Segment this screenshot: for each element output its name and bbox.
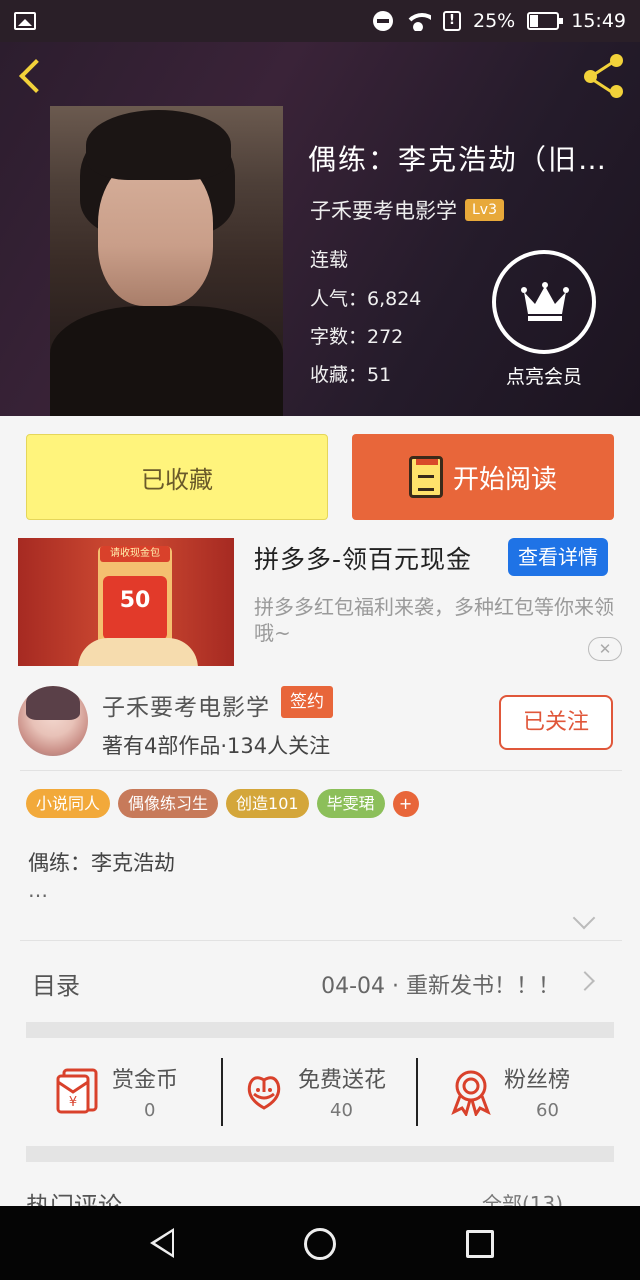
tag[interactable]: 毕雯珺 bbox=[316, 789, 385, 818]
flower-icon bbox=[247, 1076, 281, 1110]
fan-ranking-label: 粉丝榜 bbox=[504, 1068, 571, 1093]
status-bar: ! 25% 15:49 bbox=[0, 0, 640, 42]
ad-details-button[interactable]: 查看详情 bbox=[508, 538, 608, 576]
start-reading-button[interactable]: 开始阅读 bbox=[352, 434, 614, 520]
tag-list: 小说同人 偶像练习生 创造101 毕雯珺 + bbox=[26, 789, 419, 818]
collected-label: 已收藏 bbox=[141, 465, 213, 494]
do-not-disturb-icon bbox=[373, 11, 393, 31]
tag[interactable]: 创造101 bbox=[226, 789, 309, 818]
follow-button[interactable]: 已关注 bbox=[499, 695, 613, 750]
book-word-count: 字数：272 bbox=[310, 326, 404, 348]
ad-image-amount: 50 bbox=[103, 576, 167, 640]
toc-latest-update: 04-04 · 重新发书！！！ bbox=[321, 974, 560, 999]
system-navigation-bar bbox=[0, 1206, 640, 1280]
add-tag-button[interactable]: + bbox=[392, 790, 419, 817]
collected-button[interactable]: 已收藏 bbox=[26, 434, 328, 520]
book-author-row[interactable]: 子禾要考电影学 Lv3 bbox=[310, 195, 504, 225]
fan-ranking-button[interactable]: 粉丝榜 60 bbox=[446, 1060, 596, 1140]
vip-label[interactable]: 点亮会员 bbox=[494, 362, 594, 389]
send-flower-button[interactable]: 免费送花 40 bbox=[240, 1060, 410, 1140]
toc-label: 目录 bbox=[32, 972, 80, 1000]
book-favorites: 收藏：51 bbox=[310, 364, 392, 386]
divider bbox=[416, 1058, 418, 1126]
battery-icon bbox=[527, 12, 564, 30]
table-of-contents-row[interactable]: 目录 04-04 · 重新发书！！！ bbox=[26, 942, 614, 1022]
ad-close-icon[interactable]: ✕ bbox=[588, 637, 622, 661]
ad-image-banner: 请收现金包 bbox=[100, 546, 170, 562]
clock: 15:49 bbox=[571, 10, 626, 32]
medal-icon bbox=[451, 1070, 491, 1116]
tag[interactable]: 小说同人 bbox=[26, 789, 111, 818]
tip-coins-label: 赏金币 bbox=[112, 1068, 179, 1093]
start-reading-label: 开始阅读 bbox=[452, 464, 557, 495]
divider bbox=[221, 1058, 223, 1126]
book-intro-ellipsis: … bbox=[28, 878, 48, 902]
send-flower-value: 40 bbox=[330, 1100, 353, 1121]
book-popularity: 人气：6,824 bbox=[310, 288, 422, 310]
author-avatar[interactable] bbox=[18, 686, 88, 756]
section-separator bbox=[26, 1146, 614, 1162]
fan-ranking-value: 60 bbox=[536, 1100, 559, 1121]
chevron-right-icon bbox=[575, 971, 595, 991]
tip-coins-button[interactable]: ¥ 赏金币 0 bbox=[54, 1060, 214, 1140]
book-cover[interactable] bbox=[50, 106, 283, 416]
ad-description[interactable]: 拼多多红包福利来袭，多种红包等你来领哦~ bbox=[254, 594, 626, 646]
red-envelope-icon: ¥ bbox=[56, 1068, 98, 1114]
nav-recents-icon[interactable] bbox=[466, 1230, 494, 1258]
section-separator bbox=[26, 1022, 614, 1038]
divider bbox=[20, 940, 622, 941]
tip-coins-value: 0 bbox=[144, 1100, 156, 1121]
book-title: 偶练：李克浩劫（旧… bbox=[308, 143, 609, 176]
author-level-badge: Lv3 bbox=[465, 199, 504, 221]
send-flower-label: 免费送花 bbox=[298, 1068, 387, 1093]
nav-home-icon[interactable] bbox=[304, 1228, 336, 1260]
alert-icon: ! bbox=[443, 11, 461, 31]
book-author-name[interactable]: 子禾要考电影学 bbox=[310, 195, 457, 225]
book-intro: 偶练：李克浩劫 bbox=[28, 851, 175, 875]
author-name[interactable]: 子禾要考电影学 bbox=[102, 688, 270, 722]
battery-percent: 25% bbox=[473, 10, 516, 32]
expand-chevron-down-icon[interactable] bbox=[572, 906, 596, 930]
crown-icon bbox=[521, 282, 569, 321]
nav-back-icon[interactable] bbox=[150, 1228, 174, 1258]
ad-title[interactable]: 拼多多-领百元现金 bbox=[254, 540, 472, 576]
divider bbox=[20, 770, 622, 771]
back-arrow-icon[interactable] bbox=[14, 58, 54, 98]
share-icon[interactable] bbox=[580, 52, 628, 100]
book-status: 连载 bbox=[310, 249, 349, 271]
svg-text:¥: ¥ bbox=[69, 1095, 77, 1110]
tag[interactable]: 偶像练习生 bbox=[118, 789, 219, 818]
gallery-notification-icon bbox=[14, 12, 36, 30]
wifi-icon bbox=[405, 11, 431, 31]
book-icon bbox=[408, 456, 443, 498]
signed-badge: 签约 bbox=[281, 686, 333, 718]
ad-image[interactable]: 请收现金包 50 bbox=[18, 538, 234, 666]
author-meta: 著有4部作品·134人关注 bbox=[102, 734, 331, 758]
vip-button[interactable] bbox=[492, 250, 596, 354]
